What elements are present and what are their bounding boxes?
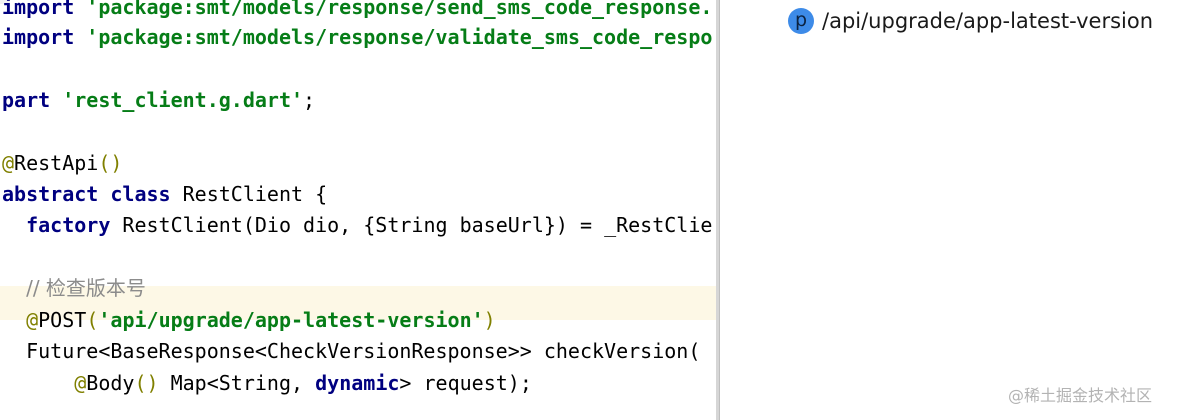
endpoints-panel: p /api/upgrade/app-latest-version — [720, 0, 1200, 420]
code-line[interactable]: // 检查版本号 — [2, 273, 146, 303]
code-token: factory — [26, 213, 123, 237]
screenshot-root: import 'package:smt/models/response/send… — [0, 0, 1200, 420]
p-icon: p — [788, 8, 814, 34]
code-token: RestClient { — [182, 182, 328, 206]
code-line[interactable]: factory RestClient(Dio dio, {String base… — [2, 210, 712, 240]
code-line[interactable]: import 'package:smt/models/response/send… — [2, 0, 712, 22]
code-token: @ — [74, 371, 87, 395]
code-token: Body — [86, 371, 135, 395]
code-token: Future<BaseResponse<CheckVersionResponse… — [2, 339, 701, 363]
code-token: 'package:smt/models/response/validate_sm… — [86, 25, 713, 49]
code-token: () — [98, 151, 123, 175]
code-token: ; — [303, 88, 316, 112]
code-token: () — [134, 371, 159, 395]
code-line[interactable]: @RestApi() — [2, 148, 122, 178]
code-token: > request); — [399, 371, 532, 395]
code-line[interactable]: part 'rest_client.g.dart'; — [2, 85, 315, 115]
code-token: import — [2, 25, 87, 49]
code-token: ) — [483, 308, 496, 332]
code-token: 'package:smt/models/response/send_sms_co… — [86, 0, 713, 19]
code-line[interactable]: @POST('api/upgrade/app-latest-version') — [2, 305, 496, 335]
code-editor[interactable]: import 'package:smt/models/response/send… — [0, 0, 716, 420]
code-token: 'api/upgrade/app-latest-version' — [98, 308, 484, 332]
code-token: dynamic — [315, 371, 400, 395]
endpoint-item[interactable]: p /api/upgrade/app-latest-version — [788, 6, 1153, 36]
code-token: RestApi — [14, 151, 99, 175]
code-line[interactable]: @Body() Map<String, dynamic> request); — [2, 368, 532, 398]
code-line[interactable]: import 'package:smt/models/response/vali… — [2, 22, 712, 52]
code-token: @ — [2, 151, 15, 175]
code-token: POST — [38, 308, 87, 332]
code-token: abstract class — [2, 182, 183, 206]
code-line[interactable]: abstract class RestClient { — [2, 179, 327, 209]
code-line[interactable]: Future<BaseResponse<CheckVersionResponse… — [2, 336, 700, 366]
endpoint-path: /api/upgrade/app-latest-version — [822, 9, 1154, 33]
code-token: import — [2, 0, 87, 19]
code-token: Map<String, — [158, 371, 316, 395]
code-token: RestClient(Dio dio, {String baseUrl}) = … — [122, 213, 713, 237]
code-token: ( — [86, 308, 99, 332]
code-token: // 检查版本号 — [26, 276, 146, 300]
code-token: @ — [26, 308, 39, 332]
watermark: @稀土掘金技术社区 — [1008, 386, 1153, 405]
code-token: 'rest_client.g.dart' — [62, 88, 304, 112]
code-token: part — [2, 88, 63, 112]
